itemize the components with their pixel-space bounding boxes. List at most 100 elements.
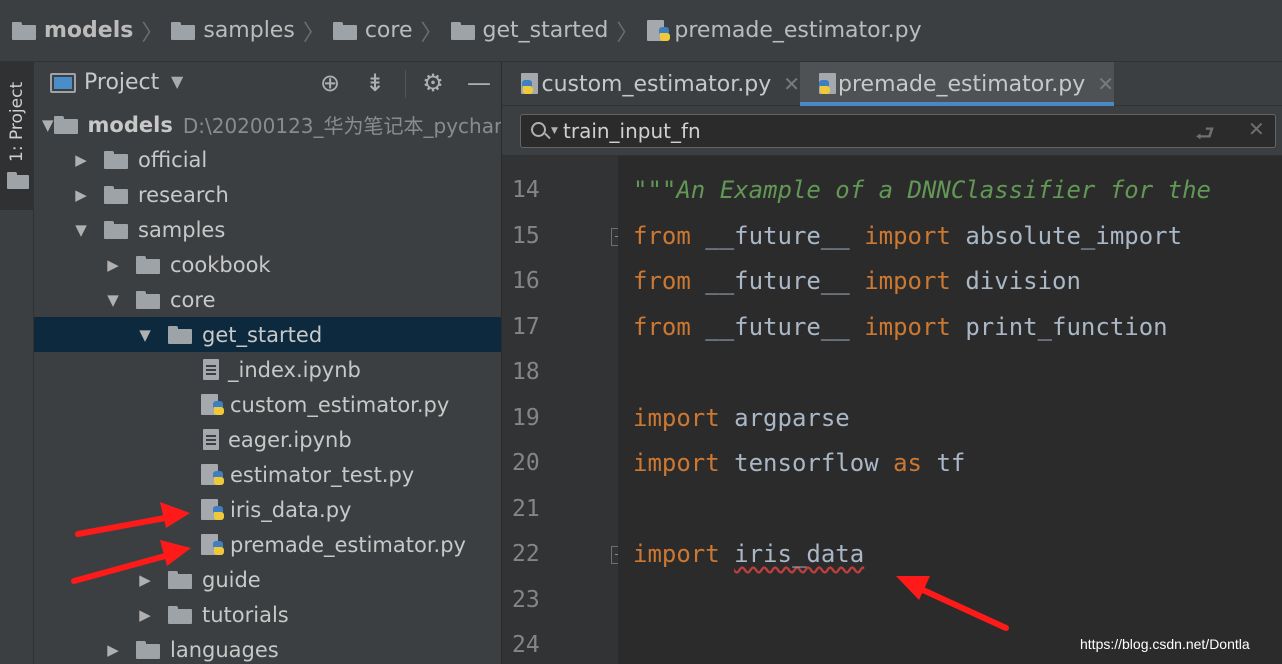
tree-item-eager-ipynb[interactable]: eager.ipynb [34, 422, 501, 457]
tree-item-label: estimator_test.py [230, 462, 415, 487]
new-line-icon[interactable]: ⮐ [1195, 117, 1215, 155]
tree-item-languages[interactable]: ▶ languages [34, 632, 501, 664]
breadcrumb-item-premade-estimator[interactable]: premade_estimator.py [646, 11, 922, 51]
keyword-token: import [633, 403, 720, 432]
code-line: import tensorflow as tf [633, 441, 965, 486]
text-token: __future__ [690, 267, 865, 295]
folder-icon [136, 640, 160, 659]
line-number: 23 [512, 586, 540, 613]
collapse-arrow-icon[interactable]: ▶ [72, 186, 90, 204]
text-token: absolute_import [950, 221, 1183, 250]
folder-icon [136, 255, 160, 274]
code-line: from __future__ import absolute_import [633, 214, 1182, 259]
line-number: 22 [512, 541, 540, 567]
collapse-arrow-icon[interactable]: ▶ [104, 256, 122, 274]
expand-arrow-icon[interactable]: ▼ [104, 291, 122, 309]
tab-premade-estimator[interactable]: premade_estimator.py ✕ [800, 62, 1114, 106]
tree-item-models[interactable]: ▼ models D:\20200123_华为笔记本_pychar [34, 107, 501, 142]
breadcrumb-item-core[interactable]: core [332, 11, 412, 51]
keyword-token: import [633, 449, 720, 477]
line-number: 17 [512, 313, 540, 340]
tree-item-guide[interactable]: ▶ guide [34, 562, 501, 597]
collapse-arrow-icon[interactable]: ▶ [104, 641, 122, 659]
folder-icon [450, 21, 475, 40]
python-file-icon [200, 533, 224, 557]
text-token: __future__ [690, 221, 865, 250]
tree-item-label: eager.ipynb [228, 427, 352, 452]
tree-item-label: research [138, 182, 229, 207]
tab-custom-estimator[interactable]: custom_estimator.py ✕ [502, 62, 800, 106]
close-tab-icon[interactable]: ✕ [783, 72, 800, 96]
expand-arrow-icon[interactable]: ▼ [42, 116, 54, 134]
python-file-icon [646, 19, 671, 43]
find-field: ▼ ⮐ ✕ [520, 114, 1276, 148]
tree-item-get-started[interactable]: ▼ get_started [34, 317, 501, 352]
line-number-gutter: 14 15 16 17 18 19 20 21 22 23 24 [502, 156, 626, 664]
tree-item-cookbook[interactable]: ▶ cookbook [34, 247, 501, 282]
tree-item-label: iris_data.py [230, 497, 352, 522]
tree-item-label: guide [202, 567, 261, 592]
project-view-selector[interactable]: Project [84, 70, 159, 95]
line-number: 15 [512, 222, 540, 249]
tree-item-custom-estimator-py[interactable]: custom_estimator.py [34, 387, 501, 422]
keyword-token: from [633, 221, 691, 250]
tree-item-estimator-test-py[interactable]: estimator_test.py [34, 457, 501, 492]
clear-search-icon[interactable]: ✕ [1248, 117, 1265, 141]
breadcrumb-item-samples[interactable]: samples [171, 11, 295, 51]
tree-item-label: tutorials [202, 602, 289, 627]
minimize-icon[interactable]: — [464, 68, 494, 98]
expand-arrow-icon[interactable]: ▼ [72, 221, 90, 239]
collapse-arrow-icon[interactable]: ▶ [72, 151, 90, 169]
keyword-token: import [633, 540, 720, 568]
tree-item-tutorials[interactable]: ▶ tutorials [34, 597, 501, 632]
python-file-icon [200, 498, 224, 522]
notebook-file-icon [200, 358, 222, 382]
search-input[interactable] [563, 118, 1163, 144]
breadcrumb-item-models[interactable]: models [12, 11, 133, 51]
line-number: 21 [512, 495, 540, 522]
text-token: division [950, 267, 1081, 295]
folder-icon [168, 605, 192, 624]
folder-icon [104, 220, 128, 239]
folder-icon [7, 172, 29, 189]
code-editor[interactable]: """An Example of a DNNClassifier for the… [618, 156, 1282, 664]
tree-item-iris-data-py[interactable]: iris_data.py [34, 492, 501, 527]
text-token: argparse [719, 403, 850, 432]
text-token: tensorflow [719, 449, 894, 477]
keyword-token: from [633, 312, 691, 341]
keyword-token: import [864, 267, 951, 295]
code-line: import argparse [633, 396, 850, 441]
tree-item-label: premade_estimator.py [230, 532, 466, 557]
line-number: 20 [512, 450, 540, 476]
editor-tab-bar: custom_estimator.py ✕ premade_estimator.… [502, 62, 1282, 106]
collapse-arrow-icon[interactable]: ▶ [136, 571, 154, 589]
line-number: 18 [512, 359, 540, 385]
tree-item-premade-estimator-py[interactable]: premade_estimator.py [34, 527, 501, 562]
folder-icon [53, 115, 78, 134]
tree-item-label: core [170, 287, 216, 312]
expand-arrow-icon[interactable]: ▼ [136, 326, 154, 344]
tree-item-core[interactable]: ▼ core [34, 282, 501, 317]
line-number: 14 [512, 177, 540, 203]
collapse-arrow-icon[interactable]: ▶ [136, 606, 154, 624]
gear-icon[interactable]: ⚙ [418, 68, 448, 98]
code-line: """An Example of a DNNClassifier for the [633, 168, 1211, 213]
close-tab-icon[interactable]: ✕ [1097, 72, 1114, 96]
tree-item-index-ipynb[interactable]: _index.ipynb [34, 352, 501, 387]
breadcrumb-item-get-started[interactable]: get_started [450, 11, 608, 51]
search-icon[interactable]: ▼ [529, 119, 559, 143]
find-bar: ▼ ⮐ ✕ [502, 106, 1282, 156]
locate-icon[interactable]: ⊕ [315, 68, 345, 98]
project-view-icon [50, 73, 76, 93]
folder-icon [136, 290, 160, 309]
docstring-token: """An Example of a DNNClassifier for the [633, 176, 1211, 204]
tree-item-research[interactable]: ▶ research [34, 177, 501, 212]
tree-item-official[interactable]: ▶ official [34, 142, 501, 177]
tree-item-label: custom_estimator.py [230, 392, 450, 417]
project-tool-label: 1: Project [7, 81, 27, 163]
collapse-all-icon[interactable]: ⇟ [360, 68, 390, 98]
chevron-down-icon[interactable]: ▼ [171, 72, 183, 91]
project-tool-window-button[interactable]: 1: Project [0, 62, 34, 210]
tree-item-samples[interactable]: ▼ samples [34, 212, 501, 247]
